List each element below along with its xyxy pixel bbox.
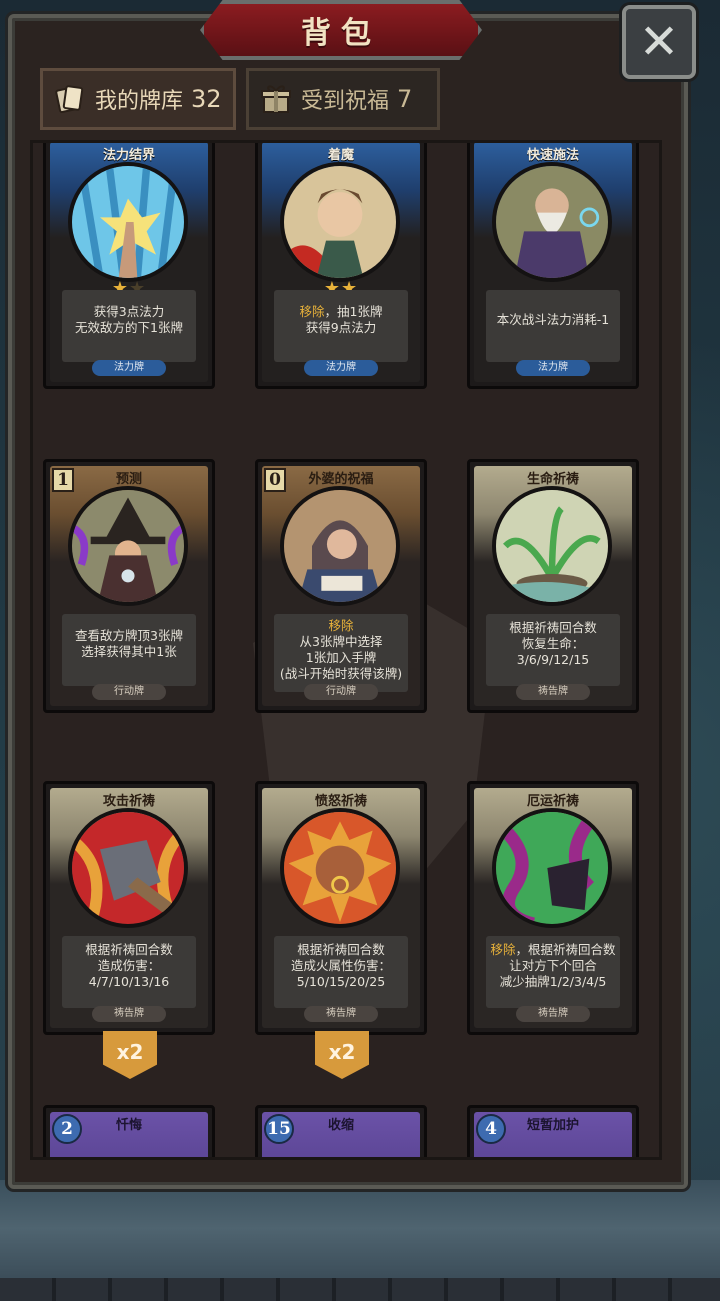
card-type: 行动牌 [92,684,166,700]
card-art-mana-barrier [68,162,188,282]
desc-line: 根据祈祷回合数 [509,620,597,635]
card-art-doom-prayer [492,808,612,928]
desc-line: 本次战斗法力消耗-1 [496,312,610,327]
card-brief-protection[interactable]: 4 短暂加护 [467,1105,639,1157]
desc-text: ，根据祈祷回合数 [515,942,616,957]
card-description: 根据祈祷回合数 造成伤害： 4/7/10/13/16 [62,936,196,1008]
card-art-wrath-prayer [280,808,400,928]
card-art-foresight [68,486,188,606]
desc-line: 恢复生命： [521,636,585,651]
desc-line: 获得9点法力 [305,320,377,335]
card-description: 本次战斗法力消耗-1 [486,290,620,362]
card-type: 法力牌 [92,360,166,376]
desc-line: 根据祈祷回合数 [85,942,173,957]
card-doom-prayer[interactable]: 厄运祈祷 移除，根据祈祷回合数 让对方下个回合 减少抽牌1/2/3/4/5 祷告… [467,781,639,1035]
card-name: 外婆的祝福 [308,472,374,487]
gift-icon [261,83,291,115]
card-name: 收缩 [327,1118,354,1133]
card-repentance[interactable]: 2 忏悔 [43,1105,215,1157]
tab-blessings[interactable]: 受到祝福 7 [246,68,440,130]
card-wrath-prayer[interactable]: 愤怒祈祷 根据祈祷回合数 造成火属性伤害： 5/10/15/20/25 祷告牌 [255,781,427,1035]
desc-line: 查看敌方牌顶3张牌 [75,628,183,643]
desc-line: 获得3点法力 [93,304,165,319]
card-type: 祷告牌 [92,1006,166,1022]
card-name: 着魔 [327,148,354,163]
card-name: 预测 [115,472,142,487]
card-type: 行动牌 [304,684,378,700]
desc-highlight: 移除 [328,618,354,633]
card-art-attack-prayer [68,808,188,928]
card-description: 查看敌方牌顶3张牌 选择获得其中1张 [62,614,196,686]
desc-line: 4/7/10/13/16 [88,974,170,989]
card-art-life-prayer [492,486,612,606]
desc-line: 造成火属性伤害： [290,958,391,973]
card-grandma-blessing[interactable]: 0 外婆的祝福 移除 从3张牌中选择 1张加入手牌 (战斗开始时获得该牌) 行动… [255,459,427,713]
card-grid[interactable]: 法力结界 ★★ 获得3点法力 无效敌方的下1张牌 法力牌 着魔 ★★ 移除，抽1… [30,140,662,1160]
card-description: 移除，根据祈祷回合数 让对方下个回合 减少抽牌1/2/3/4/5 [486,936,620,1008]
desc-line: 3/6/9/12/15 [516,652,590,667]
card-name: 法力结界 [102,148,155,163]
card-art-possessed [280,162,400,282]
card-count-label: x2 [328,1040,356,1064]
desc-highlight: 移除 [299,304,325,319]
tab-count: 32 [191,85,222,113]
page-title: 背包 [301,16,381,51]
card-name: 快速施法 [526,148,579,163]
card-deck-icon [55,83,85,115]
card-art-quick-cast [492,162,612,282]
tab-label: 受到祝福 [301,89,390,114]
card-art-grandma-blessing [280,486,400,606]
background-floor [0,1278,720,1301]
card-quick-cast[interactable]: 快速施法 本次战斗法力消耗-1 法力牌 [467,143,639,389]
card-description: 移除，抽1张牌 获得9点法力 [274,290,408,362]
card-foresight[interactable]: 1 预测 查看敌方牌顶3张牌 选择获得其中1张 行动牌 [43,459,215,713]
close-icon: ✕ [638,14,680,70]
desc-line: 让对方下个回合 [509,958,597,973]
tab-count: 7 [397,85,413,113]
card-type: 祷告牌 [516,684,590,700]
close-button[interactable]: ✕ [622,5,696,79]
card-possessed[interactable]: 着魔 ★★ 移除，抽1张牌 获得9点法力 法力牌 [255,143,427,389]
title-banner: 背包 [200,0,482,60]
card-name: 厄运祈祷 [526,794,579,809]
card-name: 忏悔 [115,1118,142,1133]
card-type: 祷告牌 [516,1006,590,1022]
desc-line: 减少抽牌1/2/3/4/5 [499,974,607,989]
card-name: 愤怒祈祷 [314,794,367,809]
card-mana-barrier[interactable]: 法力结界 ★★ 获得3点法力 无效敌方的下1张牌 法力牌 [43,143,215,389]
card-name: 攻击祈祷 [102,794,155,809]
desc-line: (战斗开始时获得该牌) [279,666,403,681]
card-attack-prayer[interactable]: 攻击祈祷 根据祈祷回合数 造成伤害： 4/7/10/13/16 祷告牌 [43,781,215,1035]
card-life-prayer[interactable]: 生命祈祷 根据祈祷回合数 恢复生命： 3/6/9/12/15 祷告牌 [467,459,639,713]
card-count-label: x2 [116,1040,144,1064]
desc-line: 根据祈祷回合数 [297,942,385,957]
card-type: 法力牌 [516,360,590,376]
card-count-badge: x2 [103,1031,157,1079]
desc-highlight: 移除 [490,942,516,957]
desc-line: 5/10/15/20/25 [296,974,386,989]
desc-line: 选择获得其中1张 [81,644,177,659]
desc-line: 造成伤害： [97,958,161,973]
card-name: 短暂加护 [526,1118,579,1133]
card-description: 根据祈祷回合数 造成火属性伤害： 5/10/15/20/25 [274,936,408,1008]
card-description: 获得3点法力 无效敌方的下1张牌 [62,290,196,362]
card-name: 生命祈祷 [526,472,579,487]
desc-text: ，抽1张牌 [324,304,383,319]
tab-label: 我的牌库 [95,89,184,114]
desc-line: 无效敌方的下1张牌 [75,320,183,335]
desc-line: 移除，抽1张牌 [274,304,408,320]
desc-line: 从3张牌中选择 [299,634,383,649]
card-type: 法力牌 [304,360,378,376]
card-description: 根据祈祷回合数 恢复生命： 3/6/9/12/15 [486,614,620,686]
card-description: 移除 从3张牌中选择 1张加入手牌 (战斗开始时获得该牌) [274,614,408,692]
desc-line: 移除，根据祈祷回合数 [486,942,620,958]
card-count-badge: x2 [315,1031,369,1079]
desc-line: 移除 [274,618,408,634]
desc-line: 1张加入手牌 [305,650,377,665]
card-shrink[interactable]: 15 收缩 [255,1105,427,1157]
card-type: 祷告牌 [304,1006,378,1022]
tab-my-deck[interactable]: 我的牌库 32 [40,68,236,130]
